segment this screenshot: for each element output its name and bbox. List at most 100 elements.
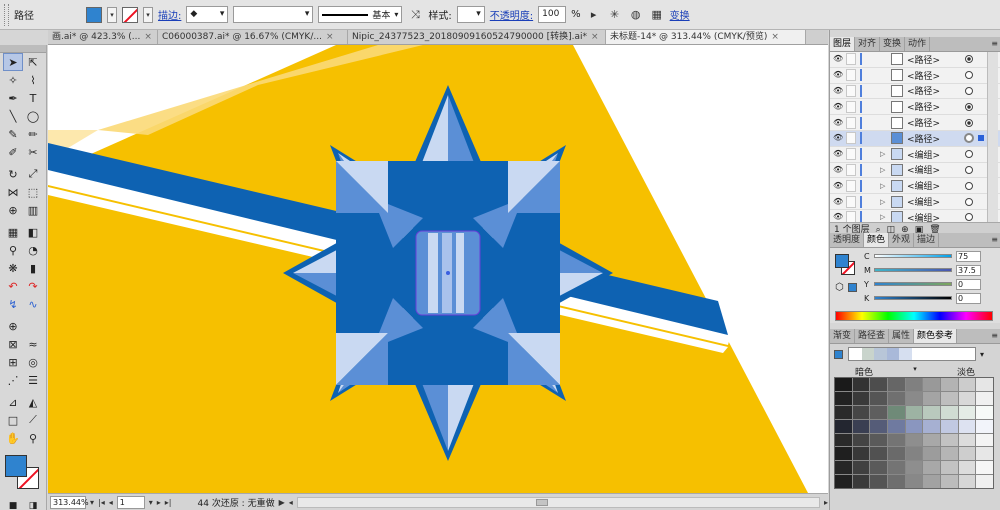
fill-dropdown-icon[interactable]: ▾ (107, 6, 117, 23)
color-variation-swatch[interactable] (923, 461, 940, 475)
tab-pathfinder[interactable]: 路径查 (855, 329, 890, 343)
lock-toggle[interactable] (846, 116, 856, 129)
tab-color-guide[interactable]: 颜色参考 (914, 329, 958, 343)
direct-selection-tool-icon[interactable]: ⇱ (23, 53, 43, 71)
doc-tab-active[interactable]: 未标题-14* @ 313.44% (CMYK/预览) × (606, 30, 806, 44)
panel-grip[interactable] (4, 3, 9, 26)
shape-builder-tool-icon[interactable]: ⊕ (3, 201, 23, 219)
eye-icon[interactable]: 👁 (833, 134, 843, 142)
color-variation-swatch[interactable] (887, 391, 905, 405)
harmony-swatch[interactable] (962, 348, 975, 360)
stroke-style-field[interactable]: 基本 ▾ (318, 6, 403, 23)
layer-row[interactable]: 👁 <路径> (830, 99, 1000, 116)
harmony-swatch[interactable] (937, 348, 950, 360)
first-artboard-icon[interactable]: |◂ (98, 498, 105, 507)
color-variation-swatch[interactable] (958, 391, 976, 405)
color-variation-swatch[interactable] (852, 391, 870, 405)
scissors-tool-icon[interactable]: ✂ (23, 143, 43, 161)
color-variation-swatch[interactable] (940, 378, 958, 391)
layer-row[interactable]: 👁 <路径> (830, 52, 1000, 68)
color-variation-swatch[interactable] (870, 433, 887, 447)
measure-tool-icon[interactable]: ⊿ (3, 393, 23, 411)
tab-gradient[interactable]: 渐变 (830, 329, 856, 343)
smooth-tool-icon[interactable]: ↷ (23, 277, 43, 295)
color-variation-swatch[interactable] (940, 475, 958, 488)
harmony-swatch[interactable] (874, 348, 887, 360)
slider-c[interactable]: C 75 (864, 250, 996, 262)
color-variation-swatch[interactable] (887, 433, 905, 447)
lock-toggle[interactable] (846, 195, 856, 208)
target-icon[interactable] (965, 181, 973, 190)
color-variation-swatch[interactable] (976, 447, 993, 461)
color-variation-swatch[interactable] (940, 419, 958, 433)
color-variation-swatch[interactable] (923, 391, 940, 405)
tab-align[interactable]: 对齐 (855, 37, 881, 51)
column-graph-tool-icon[interactable]: ▮ (23, 259, 43, 277)
artboard-dropdown-icon[interactable]: ▾ (149, 498, 153, 507)
color-variation-swatch[interactable] (905, 461, 923, 475)
tab-color[interactable]: 颜色 (864, 233, 890, 247)
color-variation-swatch[interactable] (887, 461, 905, 475)
artboard-canvas[interactable] (48, 45, 828, 493)
slider-m[interactable]: M 37.5 (864, 264, 996, 276)
path-eraser-tool-icon[interactable]: ↶ (3, 277, 23, 295)
layer-row[interactable]: 👁 <路径> (830, 84, 1000, 100)
tab-appearance[interactable]: 外观 (889, 233, 915, 247)
color-variation-swatch[interactable] (923, 433, 940, 447)
color-variation-swatch[interactable] (905, 391, 923, 405)
color-variation-swatch[interactable] (835, 405, 852, 419)
eye-icon[interactable]: 👁 (833, 213, 843, 221)
eyedropper-tool-icon[interactable]: ⚲ (3, 241, 23, 259)
fill-color-swatch[interactable] (86, 6, 102, 23)
color-variation-swatch[interactable] (887, 405, 905, 419)
color-variation-swatch[interactable] (940, 391, 958, 405)
recolor-icon[interactable]: ✳ (607, 7, 623, 23)
color-variation-swatch[interactable] (870, 405, 887, 419)
stroke-link[interactable]: 描边: (158, 7, 181, 22)
color-variation-swatch[interactable] (976, 405, 993, 419)
lasso-tool-icon[interactable]: ⌇ (23, 71, 43, 89)
tab-transparency[interactable]: 透明度 (830, 233, 865, 247)
list-tool-icon[interactable]: ☰ (23, 371, 43, 389)
color-variation-swatch[interactable] (887, 378, 905, 391)
tab-stroke[interactable]: 描边 (914, 233, 940, 247)
type-tool-icon[interactable]: T (23, 89, 43, 107)
lock-toggle[interactable] (846, 53, 856, 66)
tools-panel-header[interactable] (0, 45, 46, 53)
color-variation-swatch[interactable] (870, 447, 887, 461)
color-variation-swatch[interactable] (870, 475, 887, 488)
cube-icon[interactable]: ⬡ (835, 282, 844, 293)
color-variation-swatch[interactable] (976, 475, 993, 488)
chart-tool-icon[interactable]: ⋰ (3, 371, 23, 389)
selection-tool-icon[interactable]: ➤ (3, 53, 23, 71)
color-variation-swatch[interactable] (958, 475, 976, 488)
color-variation-swatch[interactable] (905, 405, 923, 419)
eye-icon[interactable]: 👁 (833, 102, 843, 111)
harmony-rules-strip[interactable] (848, 347, 976, 361)
gradient-tool-icon[interactable]: ◧ (23, 223, 43, 241)
target-icon[interactable] (965, 118, 973, 127)
lock-toggle[interactable] (846, 69, 856, 82)
variable-width-field[interactable]: ▾ (233, 6, 314, 23)
last-color-swatch[interactable] (848, 283, 857, 292)
layer-row[interactable]: 👁 ▷ <编组> (830, 163, 1000, 179)
warp-tool-icon[interactable]: ≈ (23, 335, 43, 353)
color-variation-swatch[interactable] (905, 475, 923, 488)
close-icon[interactable]: × (591, 30, 599, 44)
harmony-swatch[interactable] (899, 348, 912, 360)
symbol-sprayer-tool-icon[interactable]: ❋ (3, 259, 23, 277)
slice-tool-icon[interactable]: ⊠ (3, 335, 23, 353)
color-variation-swatch[interactable] (835, 447, 852, 461)
eye-icon[interactable]: 👁 (833, 165, 843, 174)
scale-tool-icon[interactable]: ⤢ (23, 165, 43, 183)
eye-icon[interactable]: 👁 (833, 86, 843, 95)
zoom-field[interactable]: 313.44% (50, 495, 89, 509)
color-variation-swatch[interactable] (870, 391, 887, 405)
scroll-left-icon[interactable]: ◂ (289, 498, 293, 507)
lock-toggle[interactable] (846, 148, 856, 161)
eye-icon[interactable]: 👁 (833, 181, 843, 190)
target-icon[interactable] (965, 165, 973, 174)
doc-tab-3[interactable]: Nipic_24377523_20180909160524790000 [转换]… (348, 30, 606, 44)
color-variation-swatch[interactable] (905, 419, 923, 433)
expand-arrow-icon[interactable]: ▷ (880, 150, 885, 158)
